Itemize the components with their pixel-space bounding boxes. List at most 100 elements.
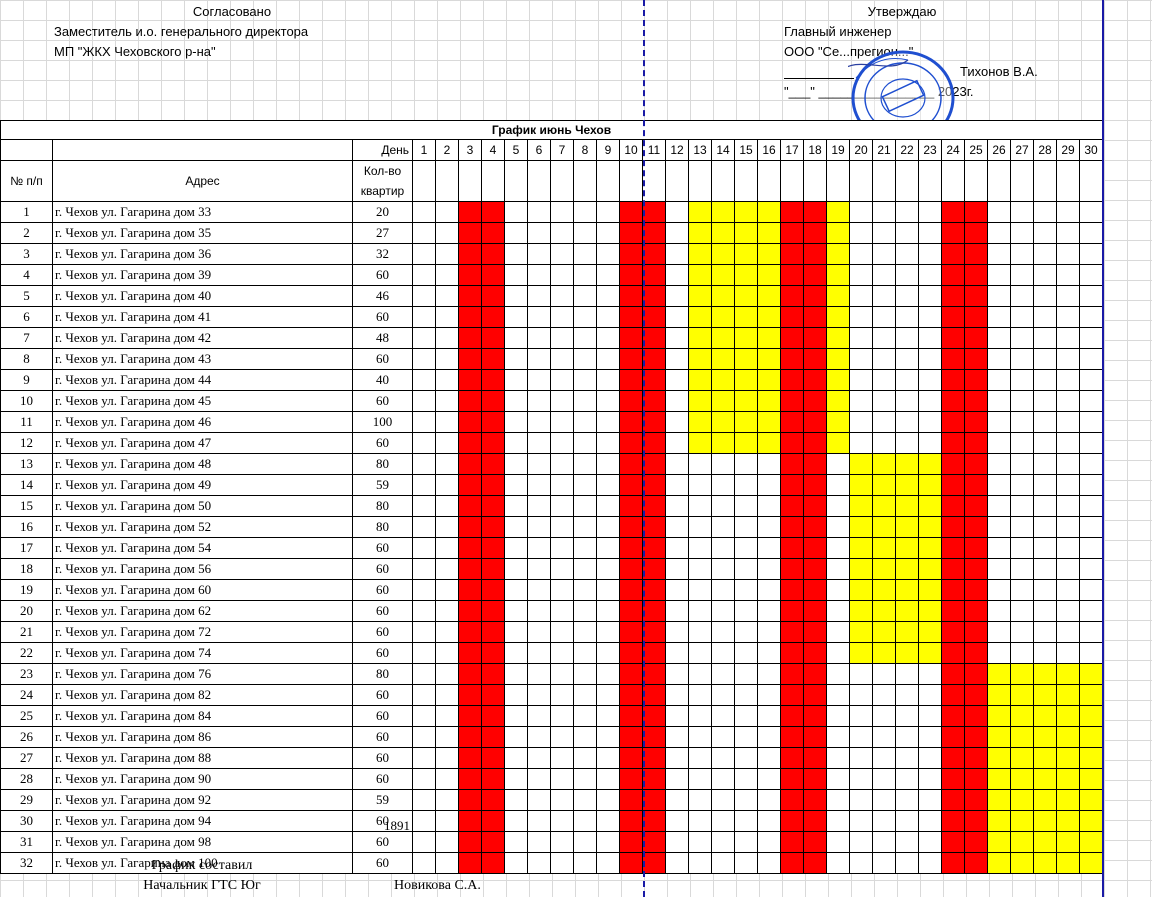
schedule-cell	[481, 663, 505, 685]
schedule-cell	[642, 621, 666, 643]
schedule-cell	[987, 390, 1011, 412]
compiled-by-label: График составил	[151, 858, 253, 873]
schedule-cell	[573, 390, 597, 412]
schedule-cell	[481, 432, 505, 454]
schedule-cell	[780, 222, 804, 244]
schedule-cell	[665, 558, 689, 580]
schedule-cell	[481, 831, 505, 853]
schedule-cell	[1056, 222, 1080, 244]
schedule-cell	[435, 684, 459, 706]
schedule-cell	[1010, 747, 1034, 769]
schedule-cell	[987, 306, 1011, 328]
schedule-cell	[757, 306, 781, 328]
schedule-cell	[642, 642, 666, 664]
row-address: г. Чехов ул. Гагарина дом 39	[52, 264, 353, 286]
schedule-cell	[734, 432, 758, 454]
schedule-cell	[918, 201, 942, 223]
schedule-cell	[849, 306, 873, 328]
schedule-cell	[550, 579, 574, 601]
schedule-cell	[1010, 432, 1034, 454]
day-subheader-18	[803, 160, 827, 202]
schedule-cell	[688, 264, 712, 286]
schedule-cell	[941, 621, 965, 643]
table-row: 5 г. Чехов ул. Гагарина дом 40 46	[0, 285, 1104, 307]
schedule-cell	[918, 726, 942, 748]
schedule-cell	[527, 222, 551, 244]
schedule-cell	[757, 600, 781, 622]
schedule-cell	[872, 663, 896, 685]
schedule-cell	[1010, 264, 1034, 286]
schedule-cell	[941, 852, 965, 874]
row-apartments: 60	[352, 768, 413, 790]
table-row: 6 г. Чехов ул. Гагарина дом 41 60	[0, 306, 1104, 328]
schedule-cell	[619, 222, 643, 244]
schedule-cell	[688, 453, 712, 475]
schedule-cell	[964, 474, 988, 496]
schedule-cell	[619, 327, 643, 349]
schedule-cell	[504, 432, 528, 454]
schedule-cell	[1056, 243, 1080, 265]
schedule-cell	[665, 789, 689, 811]
schedule-cell	[964, 600, 988, 622]
row-number: 13	[0, 453, 53, 475]
schedule-cell	[527, 537, 551, 559]
schedule-cell	[849, 327, 873, 349]
schedule-cell	[527, 831, 551, 853]
schedule-cell	[1078, 789, 1104, 811]
schedule-cell	[573, 222, 597, 244]
schedule-cell	[573, 285, 597, 307]
schedule-cell	[481, 789, 505, 811]
header-apartments-label: Кол-во квартир	[360, 164, 405, 198]
schedule-cell	[780, 453, 804, 475]
schedule-cell	[435, 243, 459, 265]
schedule-cell	[826, 747, 850, 769]
schedule-cell	[504, 348, 528, 370]
schedule-cell	[780, 810, 804, 832]
schedule-cell	[573, 411, 597, 433]
schedule-cell	[1033, 663, 1057, 685]
schedule-cell	[435, 369, 459, 391]
schedule-cell	[573, 747, 597, 769]
schedule-cell	[435, 306, 459, 328]
row-address: г. Чехов ул. Гагарина дом 76	[52, 663, 353, 685]
schedule-cell	[619, 411, 643, 433]
schedule-cell	[435, 390, 459, 412]
schedule-cell	[573, 600, 597, 622]
day-header-26: 26	[987, 139, 1011, 161]
schedule-cell	[941, 516, 965, 538]
schedule-cell	[1010, 852, 1034, 874]
schedule-cell	[412, 789, 436, 811]
schedule-cell	[642, 768, 666, 790]
schedule-cell	[642, 348, 666, 370]
schedule-cell	[734, 705, 758, 727]
schedule-cell	[688, 600, 712, 622]
schedule-cell	[665, 285, 689, 307]
day-header-30: 30	[1078, 139, 1104, 161]
schedule-cell	[458, 264, 482, 286]
schedule-cell	[803, 474, 827, 496]
schedule-cell	[711, 327, 735, 349]
table-row: 22 г. Чехов ул. Гагарина дом 74 60	[0, 642, 1104, 664]
schedule-cell	[918, 684, 942, 706]
schedule-cell	[872, 768, 896, 790]
schedule-cell	[872, 684, 896, 706]
schedule-cell	[688, 768, 712, 790]
schedule-cell	[895, 558, 919, 580]
schedule-cell	[849, 369, 873, 391]
row-number: 14	[0, 474, 53, 496]
schedule-cell	[780, 726, 804, 748]
schedule-cell	[573, 327, 597, 349]
schedule-cell	[642, 663, 666, 685]
schedule-cell	[711, 537, 735, 559]
schedule-cell	[458, 705, 482, 727]
row-number: 25	[0, 705, 53, 727]
schedule-cell	[895, 747, 919, 769]
schedule-cell	[573, 243, 597, 265]
schedule-cell	[665, 621, 689, 643]
schedule-cell	[803, 768, 827, 790]
schedule-cell	[1010, 537, 1034, 559]
schedule-cell	[987, 474, 1011, 496]
day-header-25: 25	[964, 139, 988, 161]
schedule-cell	[1078, 222, 1104, 244]
schedule-cell	[1056, 810, 1080, 832]
